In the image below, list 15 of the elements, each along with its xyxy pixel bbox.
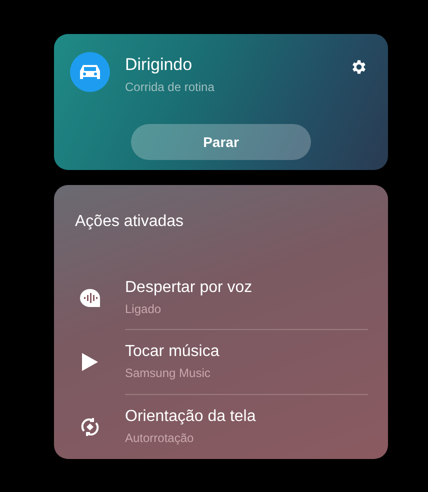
action-title: Despertar por voz [125, 278, 254, 298]
car-icon [70, 52, 110, 92]
play-icon [82, 353, 98, 372]
routine-subtitle: Corrida de rotina [125, 79, 214, 96]
settings-icon[interactable] [350, 58, 368, 76]
routine-title: Dirigindo [125, 55, 194, 75]
action-subtitle: Samsung Music [125, 364, 212, 382]
action-subtitle: Ligado [125, 300, 162, 318]
action-title: Orientação da tela [125, 406, 257, 427]
actions-heading: Ações ativadas [74, 212, 185, 232]
voice-wave-icon [80, 289, 100, 308]
rotate-icon [80, 416, 100, 437]
stop-button[interactable]: Parar [131, 124, 311, 160]
action-title: Tocar música [125, 342, 220, 362]
action-subtitle: Autorrotação [125, 430, 195, 447]
